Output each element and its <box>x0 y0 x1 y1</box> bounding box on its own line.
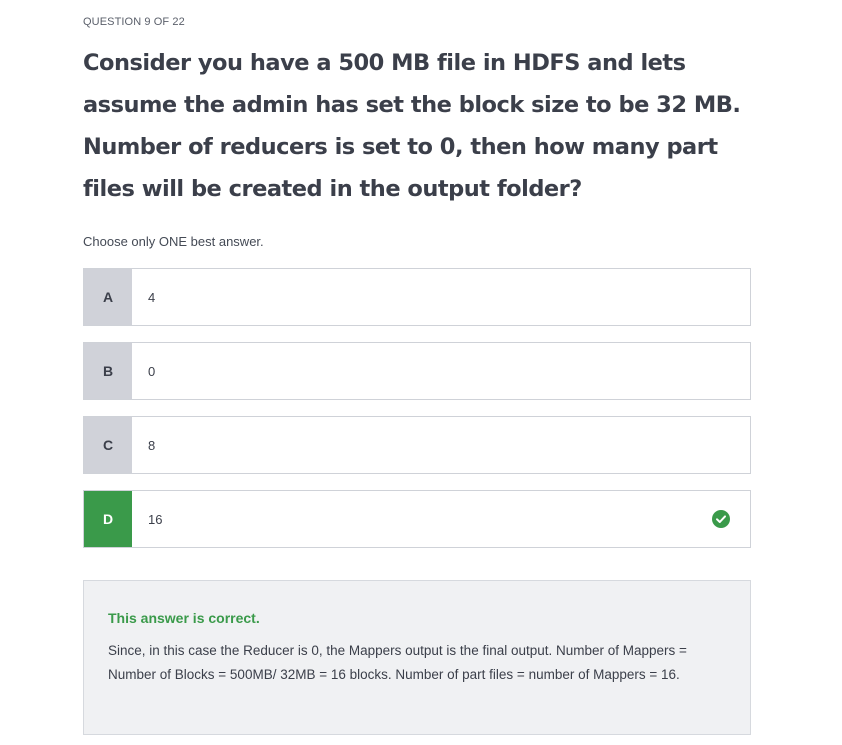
option-c[interactable]: C 8 <box>83 416 751 474</box>
option-d[interactable]: D 16 <box>83 490 751 548</box>
question-text: Consider you have a 500 MB file in HDFS … <box>83 50 741 202</box>
answer-instruction: Choose only ONE best answer. <box>83 234 264 249</box>
feedback-verdict: This answer is correct. <box>108 610 260 626</box>
option-letter: D <box>84 491 132 547</box>
option-text: 16 <box>148 511 163 527</box>
option-text: 8 <box>148 437 156 453</box>
option-a[interactable]: A 4 <box>83 268 751 326</box>
question-counter: QUESTION 9 OF 22 <box>83 16 185 28</box>
check-circle-icon <box>712 510 730 528</box>
option-text: 4 <box>148 289 156 305</box>
option-letter: C <box>84 417 132 473</box>
feedback-panel: This answer is correct. Since, in this c… <box>83 580 751 735</box>
feedback-explanation: Since, in this case the Reducer is 0, th… <box>108 643 687 682</box>
option-letter: A <box>84 269 132 325</box>
option-letter: B <box>84 343 132 399</box>
option-b[interactable]: B 0 <box>83 342 751 400</box>
option-text: 0 <box>148 363 156 379</box>
